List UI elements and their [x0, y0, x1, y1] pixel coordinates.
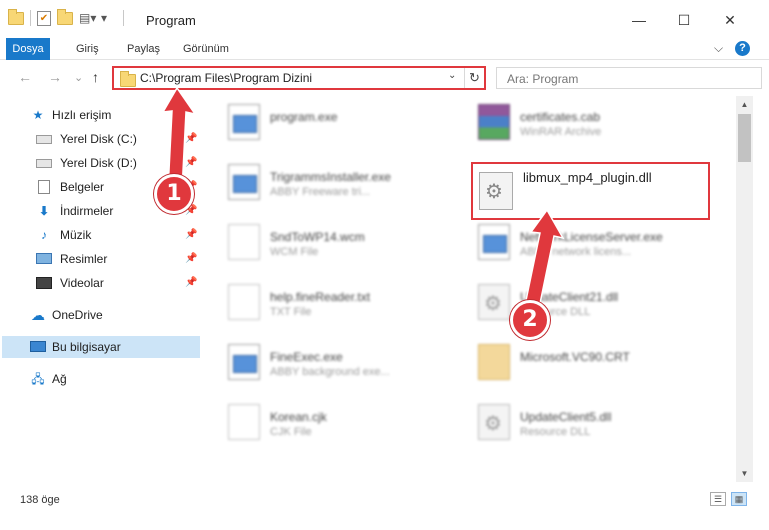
- annotation-arrows: [161, 86, 565, 314]
- step-1-badge: 1: [154, 174, 194, 214]
- arrow-step-2: [523, 208, 565, 314]
- step-2-badge: 2: [510, 300, 550, 340]
